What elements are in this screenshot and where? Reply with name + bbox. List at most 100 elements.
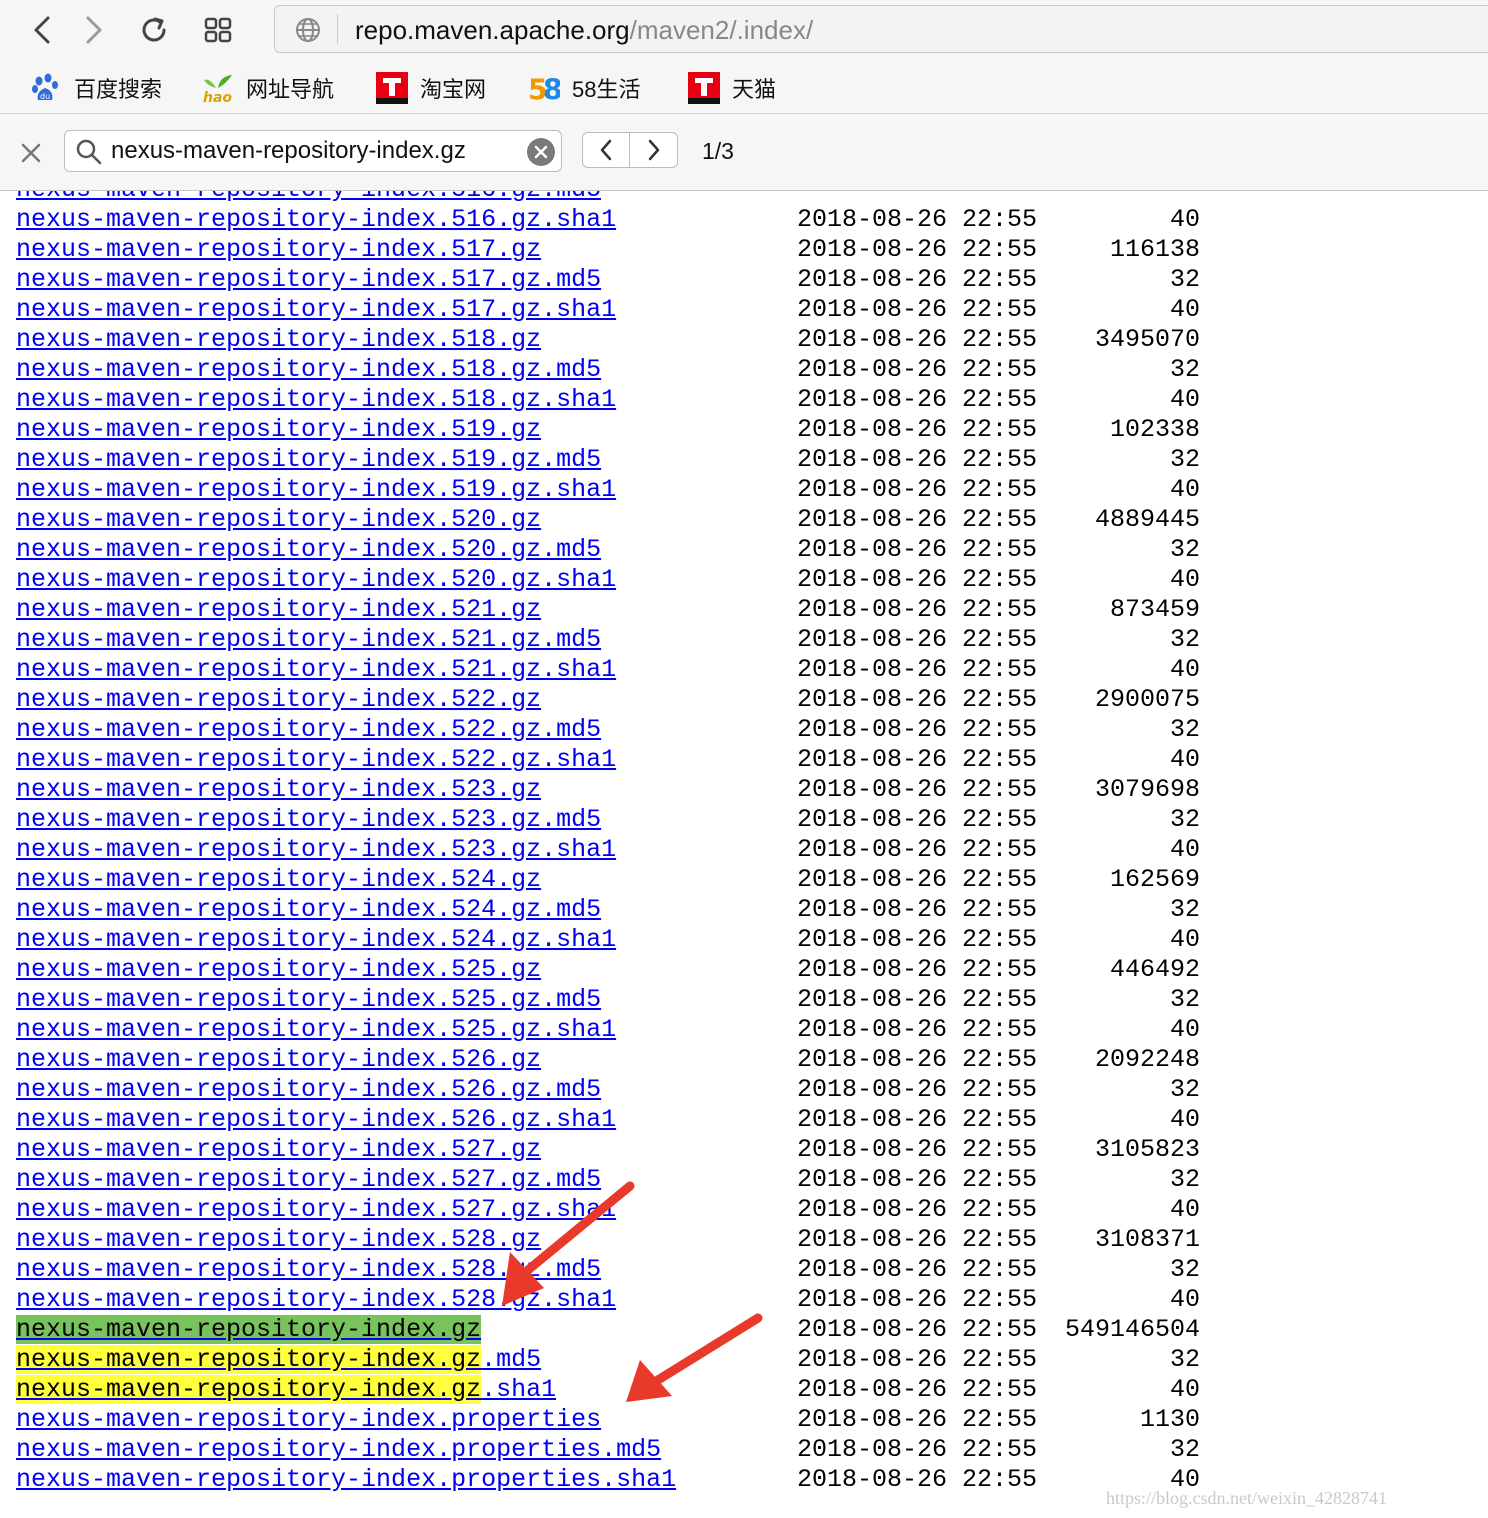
- find-input[interactable]: [111, 135, 511, 167]
- file-link[interactable]: nexus-maven-repository-index.528.gz.md5: [16, 1255, 601, 1285]
- file-size: 40: [1169, 1015, 1200, 1044]
- file-date: 2018-08-26 22:55: [797, 835, 1038, 864]
- file-date: 2018-08-26 22:55: [797, 1345, 1038, 1374]
- file-size: 32: [1169, 535, 1200, 564]
- file-date: 2018-08-26 22:55: [797, 865, 1038, 894]
- file-link[interactable]: nexus-maven-repository-index.517.gz.sha1: [16, 295, 616, 325]
- forward-button[interactable]: [74, 10, 114, 50]
- file-date: 2018-08-26 22:55: [797, 1015, 1038, 1044]
- bookmark-tmall[interactable]: 天猫: [688, 70, 776, 106]
- file-date: 2018-08-26 22:55: [797, 1405, 1038, 1434]
- file-size: 40: [1169, 655, 1200, 684]
- file-date: 2018-08-26 22:55: [797, 385, 1038, 414]
- url-text: repo.maven.apache.org/maven2/.index/: [355, 15, 813, 46]
- bookmark-taobao[interactable]: 淘宝网: [376, 70, 486, 106]
- table-row: nexus-maven-repository-index.526.gz.sha1…: [0, 1105, 1488, 1135]
- find-clear-button[interactable]: [527, 138, 555, 166]
- table-row: nexus-maven-repository-index.516.gz.md5: [0, 191, 1488, 205]
- table-row: nexus-maven-repository-index.517.gz.md5 2…: [0, 265, 1488, 295]
- find-previous-button[interactable]: [582, 132, 630, 168]
- file-link[interactable]: nexus-maven-repository-index.519.gz: [16, 415, 541, 445]
- file-link[interactable]: nexus-maven-repository-index.properties: [16, 1405, 601, 1435]
- file-link[interactable]: nexus-maven-repository-index.522.gz.sha1: [16, 745, 616, 775]
- file-link[interactable]: nexus-maven-repository-index.527.gz.md5: [16, 1165, 601, 1195]
- file-link[interactable]: nexus-maven-repository-index.528.gz.sha1: [16, 1285, 616, 1315]
- file-link[interactable]: nexus-maven-repository-index.521.gz.md5: [16, 625, 601, 655]
- file-link[interactable]: nexus-maven-repository-index.521.gz: [16, 595, 541, 625]
- find-field[interactable]: [64, 130, 562, 172]
- chevron-left-icon: [34, 16, 50, 44]
- file-size: 32: [1169, 895, 1200, 924]
- bookmark-58[interactable]: 58 58生活: [528, 70, 640, 106]
- file-link[interactable]: nexus-maven-repository-index.526.gz.sha1: [16, 1105, 616, 1135]
- table-row: nexus-maven-repository-index.gz.sha1 2018…: [0, 1375, 1488, 1405]
- file-link[interactable]: nexus-maven-repository-index.519.gz.sha1: [16, 475, 616, 505]
- table-row: nexus-maven-repository-index.527.gz.sha1…: [0, 1195, 1488, 1225]
- file-date: 2018-08-26 22:55: [797, 985, 1038, 1014]
- table-row: nexus-maven-repository-index.properties.…: [0, 1435, 1488, 1465]
- file-link[interactable]: nexus-maven-repository-index.524.gz.sha1: [16, 925, 616, 955]
- file-size: 40: [1169, 835, 1200, 864]
- file-link[interactable]: nexus-maven-repository-index.520.gz.sha1: [16, 565, 616, 595]
- bookmark-hao[interactable]: hao 网址导航: [202, 70, 334, 106]
- file-link[interactable]: nexus-maven-repository-index.525.gz.md5: [16, 985, 601, 1015]
- globe-icon: [296, 18, 320, 42]
- file-link[interactable]: nexus-maven-repository-index.519.gz.md5: [16, 445, 601, 475]
- file-link[interactable]: nexus-maven-repository-index.526.gz.md5: [16, 1075, 601, 1105]
- file-link[interactable]: nexus-maven-repository-index.516.gz.sha1: [16, 205, 616, 235]
- file-link[interactable]: nexus-maven-repository-index.522.gz: [16, 685, 541, 715]
- file-link[interactable]: nexus-maven-repository-index.gz.md5: [16, 1345, 541, 1375]
- find-next-button[interactable]: [630, 132, 678, 168]
- file-link[interactable]: nexus-maven-repository-index.525.gz.sha1: [16, 1015, 616, 1045]
- file-link[interactable]: nexus-maven-repository-index.521.gz.sha1: [16, 655, 616, 685]
- file-link[interactable]: nexus-maven-repository-index.523.gz: [16, 775, 541, 805]
- file-link[interactable]: nexus-maven-repository-index.516.gz.md5: [16, 191, 601, 205]
- file-link[interactable]: nexus-maven-repository-index.526.gz: [16, 1045, 541, 1075]
- file-size: 40: [1169, 925, 1200, 954]
- find-match-count: 1/3: [702, 138, 734, 164]
- file-link[interactable]: nexus-maven-repository-index.523.gz.sha1: [16, 835, 616, 865]
- file-size: 40: [1169, 565, 1200, 594]
- table-row: nexus-maven-repository-index.519.gz.sha1…: [0, 475, 1488, 505]
- back-button[interactable]: [22, 10, 62, 50]
- file-date: 2018-08-26 22:55: [797, 805, 1038, 834]
- file-link[interactable]: nexus-maven-repository-index.524.gz: [16, 865, 541, 895]
- file-link[interactable]: nexus-maven-repository-index.518.gz: [16, 325, 541, 355]
- file-link[interactable]: nexus-maven-repository-index.517.gz: [16, 235, 541, 265]
- table-row: nexus-maven-repository-index.522.gz.sha1…: [0, 745, 1488, 775]
- file-date: 2018-08-26 22:55: [797, 1045, 1038, 1074]
- reload-button[interactable]: [134, 10, 174, 50]
- tabs-overview-button[interactable]: [198, 10, 238, 50]
- find-close-button[interactable]: [14, 136, 48, 170]
- svg-text:du: du: [40, 92, 50, 101]
- file-link[interactable]: nexus-maven-repository-index.523.gz.md5: [16, 805, 601, 835]
- file-size: 32: [1169, 1075, 1200, 1104]
- file-link[interactable]: nexus-maven-repository-index.517.gz.md5: [16, 265, 601, 295]
- file-link[interactable]: nexus-maven-repository-index.528.gz: [16, 1225, 541, 1255]
- table-row: nexus-maven-repository-index.526.gz.md5 2…: [0, 1075, 1488, 1105]
- file-link[interactable]: nexus-maven-repository-index.518.gz.sha1: [16, 385, 616, 415]
- file-link[interactable]: nexus-maven-repository-index.518.gz.md5: [16, 355, 601, 385]
- taobao-t-icon: [376, 72, 408, 104]
- chevron-left-icon: [600, 139, 612, 161]
- file-date: 2018-08-26 22:55: [797, 295, 1038, 324]
- file-link[interactable]: nexus-maven-repository-index.520.gz.md5: [16, 535, 601, 565]
- file-link[interactable]: nexus-maven-repository-index.522.gz.md5: [16, 715, 601, 745]
- file-link[interactable]: nexus-maven-repository-index.525.gz: [16, 955, 541, 985]
- file-link[interactable]: nexus-maven-repository-index.properties.…: [16, 1465, 676, 1495]
- file-link[interactable]: nexus-maven-repository-index.520.gz: [16, 505, 541, 535]
- file-link[interactable]: nexus-maven-repository-index.527.gz: [16, 1135, 541, 1165]
- file-link[interactable]: nexus-maven-repository-index.527.gz.sha1: [16, 1195, 616, 1225]
- file-link[interactable]: nexus-maven-repository-index.gz: [16, 1315, 482, 1345]
- file-size: 32: [1169, 265, 1200, 294]
- file-date: 2018-08-26 22:55: [797, 1255, 1038, 1284]
- file-date: 2018-08-26 22:55: [797, 265, 1038, 294]
- address-bar[interactable]: repo.maven.apache.org/maven2/.index/: [274, 5, 1488, 53]
- file-link[interactable]: nexus-maven-repository-index.524.gz.md5: [16, 895, 601, 925]
- file-date: 2018-08-26 22:55: [797, 1435, 1038, 1464]
- file-link[interactable]: nexus-maven-repository-index.properties.…: [16, 1435, 661, 1465]
- bookmark-baidu[interactable]: du 百度搜索: [30, 70, 162, 106]
- file-size: 3079698: [1094, 775, 1200, 804]
- file-link[interactable]: nexus-maven-repository-index.gz.sha1: [16, 1375, 556, 1405]
- grid-icon: [204, 17, 232, 43]
